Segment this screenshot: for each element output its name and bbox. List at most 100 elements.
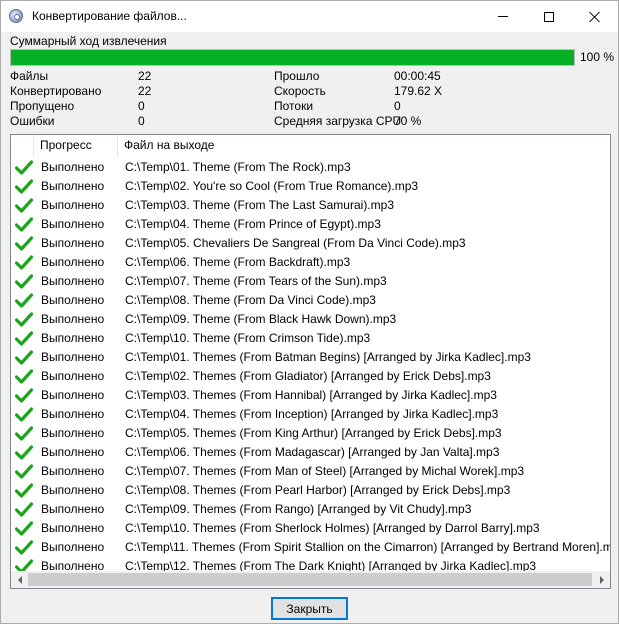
list-row[interactable]: Выполнено C:\Temp\04. Themes (From Incept… <box>11 405 610 424</box>
row-status: Выполнено <box>41 293 105 307</box>
check-icon <box>15 426 33 441</box>
row-output-file: C:\Temp\07. Themes (From Man of Steel) [… <box>125 464 525 478</box>
errors-value: 0 <box>138 114 145 128</box>
list-rows: Выполнено C:\Temp\01. Theme (From The Roc… <box>11 158 610 576</box>
row-output-file: C:\Temp\11. Themes (From Spirit Stallion… <box>125 540 611 554</box>
column-separator[interactable] <box>33 135 34 157</box>
row-output-file: C:\Temp\05. Chevaliers De Sangreal (From… <box>125 236 466 250</box>
row-status: Выполнено <box>41 312 105 326</box>
check-icon <box>15 160 33 175</box>
list-row[interactable]: Выполнено C:\Temp\04. Theme (From Prince … <box>11 215 610 234</box>
threads-label: Потоки <box>274 99 314 113</box>
row-output-file: C:\Temp\06. Themes (From Madagascar) [Ar… <box>125 445 500 459</box>
output-files-list[interactable]: Прогресс Файл на выходе Выполнено C:\Temp… <box>10 134 611 589</box>
list-row[interactable]: Выполнено C:\Temp\01. Themes (From Batman… <box>11 348 610 367</box>
row-status: Выполнено <box>41 350 105 364</box>
row-output-file: C:\Temp\05. Themes (From King Arthur) [A… <box>125 426 502 440</box>
maximize-button[interactable] <box>526 1 572 32</box>
column-header-progress[interactable]: Прогресс <box>35 135 92 157</box>
cpu-load-label: Средняя загрузка CPU <box>274 114 402 128</box>
row-status: Выполнено <box>41 331 105 345</box>
list-row[interactable]: Выполнено C:\Temp\08. Theme (From Da Vinc… <box>11 291 610 310</box>
check-icon <box>15 293 33 308</box>
check-icon <box>15 255 33 270</box>
row-status: Выполнено <box>41 388 105 402</box>
row-status: Выполнено <box>41 521 105 535</box>
minimize-button[interactable] <box>480 1 526 32</box>
list-row[interactable]: Выполнено C:\Temp\09. Theme (From Black H… <box>11 310 610 329</box>
row-output-file: C:\Temp\01. Themes (From Batman Begins) … <box>125 350 531 364</box>
scrollbar-thumb[interactable] <box>28 573 592 586</box>
close-window-button[interactable] <box>572 1 618 32</box>
cpu-load-value: 70 % <box>394 114 422 128</box>
horizontal-scrollbar[interactable] <box>11 571 610 588</box>
check-icon <box>15 521 33 536</box>
check-icon <box>15 236 33 251</box>
skipped-value: 0 <box>138 99 145 113</box>
row-status: Выполнено <box>41 160 105 174</box>
column-header-output-file[interactable]: Файл на выходе <box>119 135 214 157</box>
list-row[interactable]: Выполнено C:\Temp\06. Theme (From Backdra… <box>11 253 610 272</box>
check-icon <box>15 540 33 555</box>
row-output-file: C:\Temp\10. Theme (From Crimson Tide).mp… <box>125 331 371 345</box>
row-status: Выполнено <box>41 426 105 440</box>
list-row[interactable]: Выполнено C:\Temp\02. Themes (From Gladia… <box>11 367 610 386</box>
row-output-file: C:\Temp\02. Themes (From Gladiator) [Arr… <box>125 369 491 383</box>
list-row[interactable]: Выполнено C:\Temp\05. Chevaliers De Sangr… <box>11 234 610 253</box>
row-output-file: C:\Temp\01. Theme (From The Rock).mp3 <box>125 160 351 174</box>
list-row[interactable]: Выполнено C:\Temp\06. Themes (From Madaga… <box>11 443 610 462</box>
row-output-file: C:\Temp\09. Themes (From Rango) [Arrange… <box>125 502 472 516</box>
list-row[interactable]: Выполнено C:\Temp\05. Themes (From King A… <box>11 424 610 443</box>
row-status: Выполнено <box>41 369 105 383</box>
list-row[interactable]: Выполнено C:\Temp\07. Themes (From Man of… <box>11 462 610 481</box>
check-icon <box>15 388 33 403</box>
check-icon <box>15 502 33 517</box>
threads-value: 0 <box>394 99 401 113</box>
row-output-file: C:\Temp\04. Themes (From Inception) [Arr… <box>125 407 499 421</box>
list-row[interactable]: Выполнено C:\Temp\01. Theme (From The Roc… <box>11 158 610 177</box>
row-status: Выполнено <box>41 407 105 421</box>
row-output-file: C:\Temp\09. Theme (From Black Hawk Down)… <box>125 312 397 326</box>
row-output-file: C:\Temp\06. Theme (From Backdraft).mp3 <box>125 255 351 269</box>
summary-progress-label: Суммарный ход извлечения <box>10 34 167 48</box>
files-label: Файлы <box>10 69 49 83</box>
list-row[interactable]: Выполнено C:\Temp\10. Themes (From Sherlo… <box>11 519 610 538</box>
row-status: Выполнено <box>41 217 105 231</box>
list-row[interactable]: Выполнено C:\Temp\10. Theme (From Crimson… <box>11 329 610 348</box>
list-row[interactable]: Выполнено C:\Temp\03. Theme (From The Las… <box>11 196 610 215</box>
row-status: Выполнено <box>41 483 105 497</box>
window-title: Конвертирование файлов... <box>32 9 187 23</box>
scroll-right-button[interactable] <box>593 571 610 588</box>
list-header: Прогресс Файл на выходе <box>11 135 610 157</box>
minimize-icon <box>498 16 508 17</box>
title-bar[interactable]: Конвертирование файлов... <box>1 1 618 32</box>
skipped-label: Пропущено <box>10 99 75 113</box>
list-row[interactable]: Выполнено C:\Temp\08. Themes (From Pearl … <box>11 481 610 500</box>
check-icon <box>15 407 33 422</box>
check-icon <box>15 217 33 232</box>
row-output-file: C:\Temp\10. Themes (From Sherlock Holmes… <box>125 521 540 535</box>
check-icon <box>15 369 33 384</box>
converted-label: Конвертировано <box>10 84 102 98</box>
row-status: Выполнено <box>41 502 105 516</box>
check-icon <box>15 464 33 479</box>
row-status: Выполнено <box>41 198 105 212</box>
list-row[interactable]: Выполнено C:\Temp\11. Themes (From Spirit… <box>11 538 610 557</box>
elapsed-label: Прошло <box>274 69 320 83</box>
list-row[interactable]: Выполнено C:\Temp\03. Themes (From Hannib… <box>11 386 610 405</box>
list-row[interactable]: Выполнено C:\Temp\07. Theme (From Tears o… <box>11 272 610 291</box>
row-output-file: C:\Temp\08. Theme (From Da Vinci Code).m… <box>125 293 376 307</box>
check-icon <box>15 483 33 498</box>
list-row[interactable]: Выполнено C:\Temp\09. Themes (From Rango)… <box>11 500 610 519</box>
row-status: Выполнено <box>41 179 105 193</box>
check-icon <box>15 179 33 194</box>
elapsed-value: 00:00:45 <box>394 69 441 83</box>
errors-label: Ошибки <box>10 114 55 128</box>
scroll-left-button[interactable] <box>11 571 28 588</box>
close-button[interactable]: Закрыть <box>271 597 348 620</box>
converted-value: 22 <box>138 84 152 98</box>
list-row[interactable]: Выполнено C:\Temp\02. You're so Cool (Fro… <box>11 177 610 196</box>
summary-progress-bar <box>10 49 575 66</box>
column-separator[interactable] <box>117 135 118 157</box>
scroll-left-icon <box>17 575 22 584</box>
